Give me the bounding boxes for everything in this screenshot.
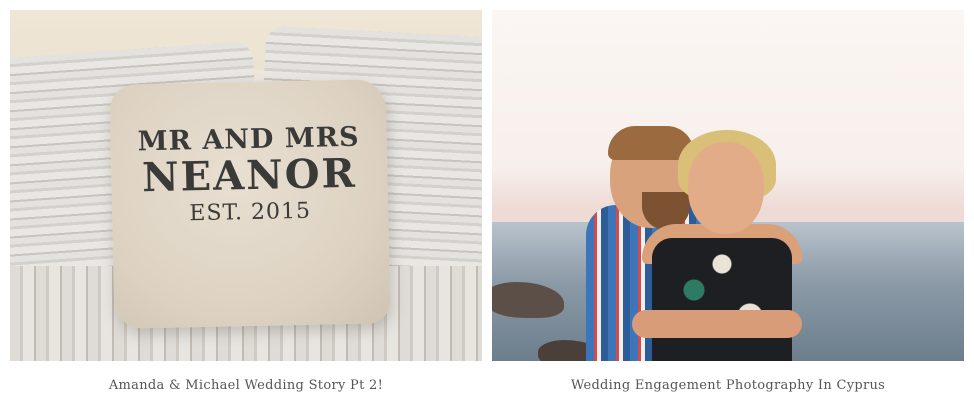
cushion-text-line3: EST. 2015 <box>189 198 312 227</box>
mr-mrs-cushion: MR AND MRS NEANOR EST. 2015 <box>109 79 391 329</box>
cushion-text-line2: NEANOR <box>141 149 358 202</box>
embracing-arms <box>632 310 802 338</box>
post-thumbnail-couple[interactable] <box>492 10 964 361</box>
woman-floral-top <box>652 238 792 361</box>
post-title-link[interactable]: Amanda & Michael Wedding Story Pt 2! <box>10 378 482 393</box>
post-thumbnail-pillows[interactable]: MR AND MRS NEANOR EST. 2015 <box>10 10 482 361</box>
post-card-amanda-michael[interactable]: MR AND MRS NEANOR EST. 2015 Amanda & Mic… <box>10 10 482 393</box>
woman-head <box>688 142 764 234</box>
post-card-engagement-cyprus[interactable]: Wedding Engagement Photography In Cyprus <box>492 10 964 393</box>
post-title-link[interactable]: Wedding Engagement Photography In Cyprus <box>492 378 964 393</box>
